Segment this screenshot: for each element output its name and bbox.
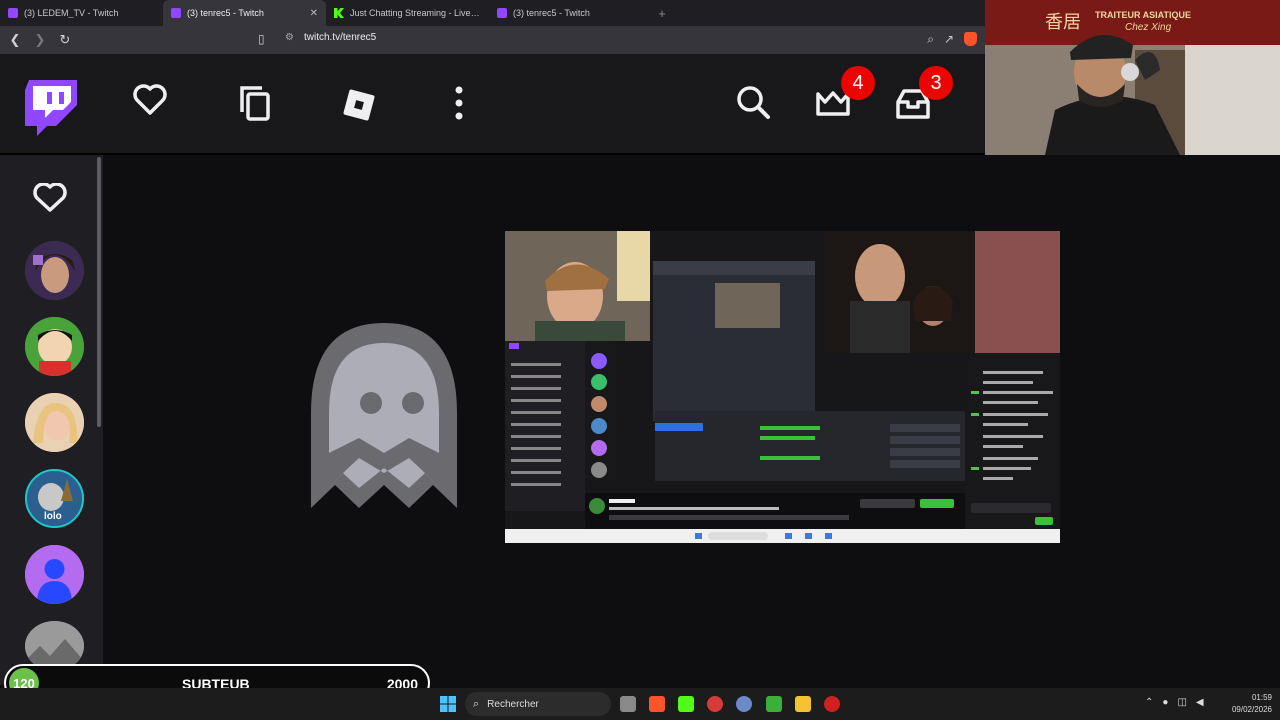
url-text: twitch.tv/tenrec5 [303, 32, 377, 43]
followed-heart-icon[interactable] [33, 183, 67, 213]
twitch-logo-icon[interactable] [25, 80, 77, 136]
system-tray: ⌃ ● ◫ ◀ [1145, 697, 1204, 708]
prime-crown-button[interactable]: 4 [815, 66, 875, 118]
ghost-offline-icon [311, 323, 457, 508]
network-icon[interactable]: ◫ [1177, 697, 1186, 708]
browser-tab[interactable]: (3) LEDEM_TV - Twitch [0, 0, 163, 26]
bookmark-icon[interactable]: ▯ [258, 32, 265, 46]
spreadsheet-icon[interactable] [766, 696, 782, 712]
browser-tab[interactable]: (3) tenrec5 - Twitch [489, 0, 652, 26]
stream-preview[interactable] [505, 231, 1060, 543]
close-tab-icon[interactable]: ✕ [310, 8, 318, 19]
twitch-favicon-icon [497, 8, 507, 18]
microphone-icon[interactable]: ● [1162, 697, 1168, 708]
twitch-favicon-icon [8, 8, 18, 18]
address-bar-actions: ⌕ ↗ [927, 32, 977, 47]
settings-gear-icon[interactable] [736, 696, 752, 712]
search-icon[interactable] [735, 84, 771, 120]
sign-chinese: 香居 [1045, 12, 1081, 33]
kick-favicon-icon [334, 8, 344, 18]
esports-cube-icon[interactable] [340, 86, 378, 124]
clock-date: 09/02/2026 [1231, 705, 1272, 714]
followed-channels-sidebar: lolo [0, 155, 103, 685]
tab-title: (3) LEDEM_TV - Twitch [24, 8, 119, 18]
brave-shields-icon[interactable] [964, 32, 977, 46]
new-tab-button[interactable]: + [652, 6, 672, 21]
sign-text-2: Chez Xing [1125, 22, 1172, 33]
address-bar: ❮ ❯ ↻ ▯ ⚙ twitch.tv/tenrec5 ⌕ ↗ [0, 26, 985, 54]
channel-avatar[interactable] [25, 317, 84, 376]
browser-tab[interactable]: Just Chatting Streaming - Live Stream [326, 0, 489, 26]
inbox-button[interactable]: 3 [895, 66, 953, 120]
chevron-up-icon[interactable]: ⌃ [1145, 697, 1153, 708]
channel-avatar-default[interactable] [25, 545, 84, 604]
inbox-badge: 3 [919, 66, 953, 100]
twitch-favicon-icon [171, 8, 181, 18]
search-icon: ⌕ [473, 697, 480, 710]
browser-tab-active[interactable]: (3) tenrec5 - Twitch ✕ [163, 0, 326, 26]
sidebar-scrollbar[interactable] [97, 157, 101, 427]
app-icon[interactable] [707, 696, 723, 712]
channel-avatar[interactable]: lolo [25, 469, 84, 528]
following-heart-icon[interactable] [133, 84, 167, 116]
tab-title: Just Chatting Streaming - Live Stream [350, 8, 481, 18]
clock-time: 01:59 [1251, 693, 1272, 702]
windows-start-icon[interactable] [440, 696, 456, 712]
site-info-icon[interactable]: ⚙ [285, 32, 294, 43]
video-player-icon[interactable] [824, 696, 840, 712]
channel-avatar[interactable] [25, 241, 84, 300]
streamer-webcam-overlay: 香居 TRAITEUR ASIATIQUE Chez Xing [985, 0, 1280, 155]
back-arrow-icon[interactable]: ❮ [5, 32, 25, 48]
taskbar-search[interactable]: ⌕ Rechercher [465, 692, 611, 716]
stream-preview-image [505, 231, 1060, 543]
volume-icon[interactable]: ◀ [1196, 697, 1204, 708]
file-explorer-icon[interactable] [620, 696, 636, 712]
notification-badge: 4 [841, 66, 875, 100]
twitch-top-nav: 4 3 [0, 54, 985, 155]
browse-icon[interactable] [238, 84, 272, 122]
folder-icon[interactable] [795, 696, 811, 712]
tab-title: (3) tenrec5 - Twitch [513, 8, 590, 18]
clock[interactable]: 01:59 09/02/2026 [1232, 692, 1272, 716]
share-icon[interactable]: ↗ [944, 32, 954, 47]
channel-avatar[interactable] [25, 393, 84, 452]
url-field[interactable]: ⚙ twitch.tv/tenrec5 [285, 32, 376, 43]
brave-browser-icon[interactable] [649, 696, 665, 712]
taskbar-search-placeholder: Rechercher [487, 698, 539, 710]
windows-taskbar: ⌕ Rechercher ⌃ ● ◫ ◀ 01:59 09/02/2026 [0, 688, 1280, 720]
more-options-icon[interactable] [454, 86, 464, 120]
kick-icon[interactable] [678, 696, 694, 712]
zoom-icon[interactable]: ⌕ [927, 32, 934, 47]
reload-icon[interactable]: ↻ [55, 32, 75, 48]
tab-title: (3) tenrec5 - Twitch [187, 8, 264, 18]
forward-arrow-icon[interactable]: ❯ [30, 32, 50, 48]
sign-text: TRAITEUR ASIATIQUE [1095, 10, 1191, 20]
avatar-caption: lolo [44, 511, 62, 522]
